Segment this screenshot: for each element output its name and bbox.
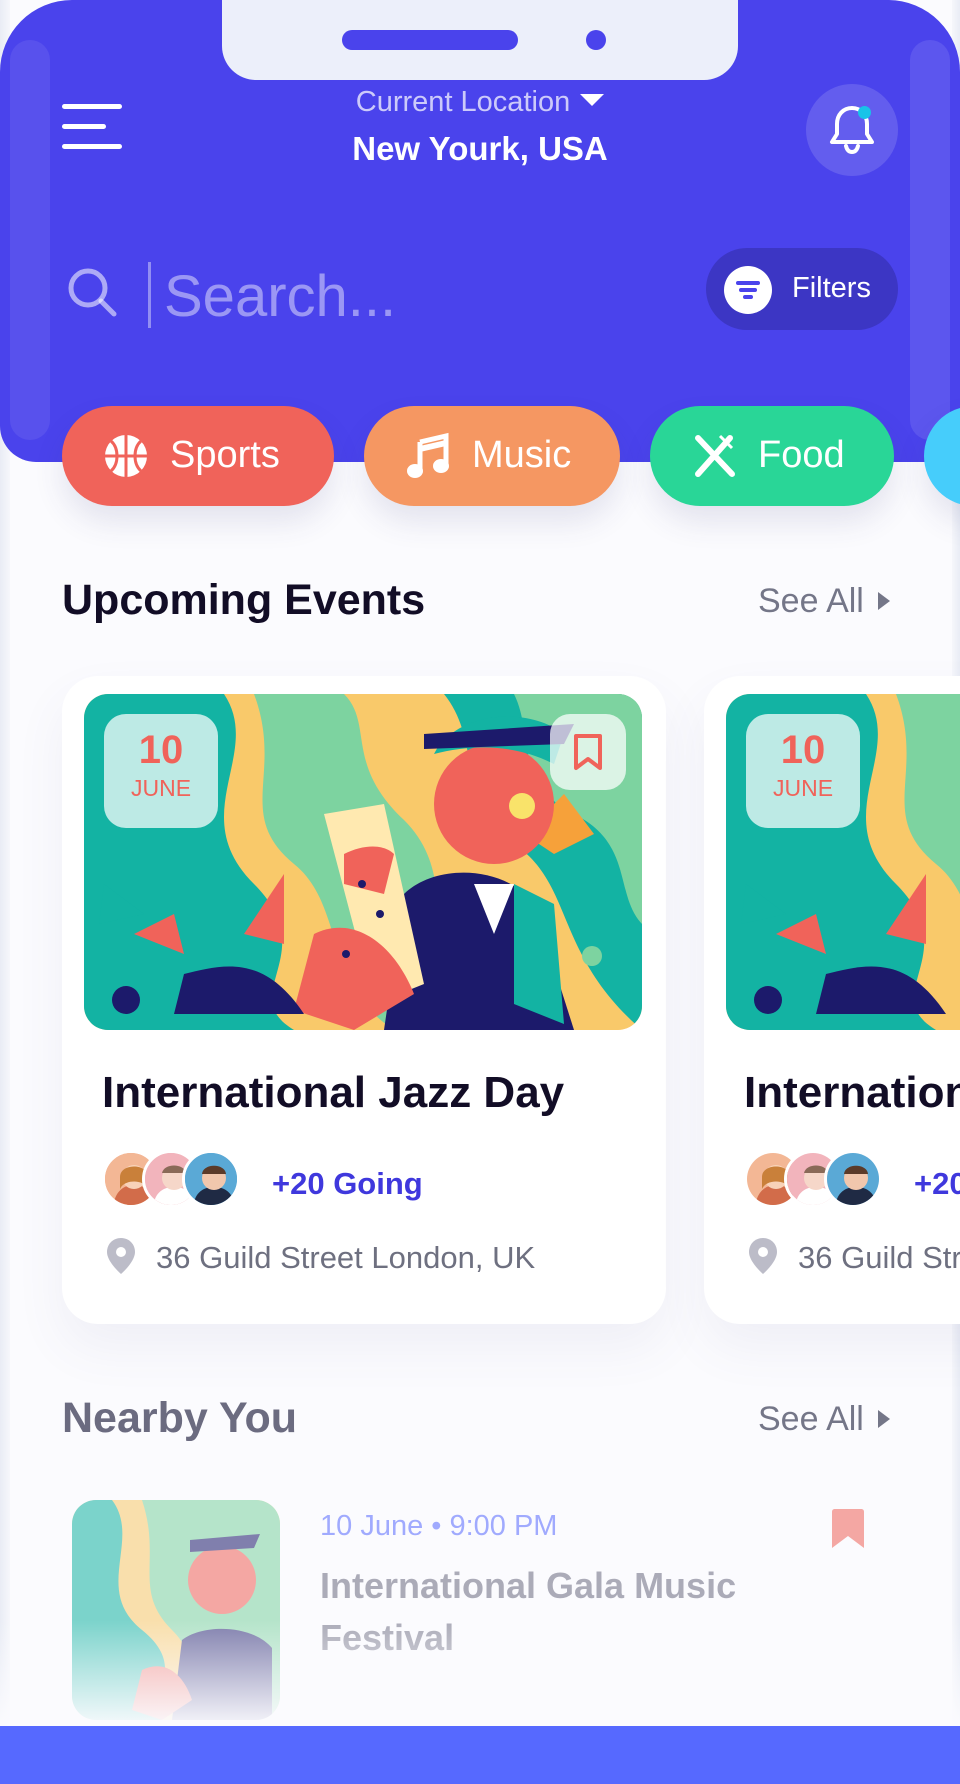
current-location-label: Current Location: [355, 86, 571, 118]
nearby-event-date: 10 June • 9:00 PM: [320, 1510, 558, 1542]
upcoming-events-title: Upcoming Events: [62, 576, 426, 624]
location-pin-icon: [107, 1238, 135, 1274]
going-count: +20 Going: [272, 1166, 423, 1201]
see-all-label: See All: [758, 1400, 864, 1438]
category-label: Sports: [170, 434, 280, 476]
phone-screen: Current Location New Yourk, USA Filters …: [0, 0, 960, 1784]
notch-speaker: [342, 30, 518, 50]
caret-down-icon: [580, 94, 605, 107]
category-chip-more[interactable]: [924, 406, 960, 506]
event-date-month: JUNE: [772, 775, 834, 801]
category-chips: Sports Music Food: [0, 406, 960, 514]
event-date-month: JUNE: [130, 775, 192, 801]
attendee-avatars: [102, 1150, 252, 1212]
arrow-right-icon: [877, 1410, 890, 1428]
fork-knife-icon: [695, 434, 735, 477]
event-date-badge: 10 JUNE: [104, 714, 218, 828]
notification-dot: [858, 106, 871, 119]
scroll-fade: [0, 1620, 960, 1730]
event-date-day: 10: [780, 728, 826, 772]
event-date-badge: 10 JUNE: [746, 714, 860, 828]
event-title: International Jazz Day: [102, 1068, 565, 1117]
event-title: International Jazz Day: [744, 1068, 960, 1117]
category-chip-sports[interactable]: Sports: [62, 406, 334, 506]
device-notch: [222, 0, 738, 80]
search-icon: [68, 268, 117, 317]
filters-label: Filters: [792, 272, 871, 304]
bookmark-icon[interactable]: [830, 1508, 866, 1550]
going-count: +20 Going: [914, 1166, 960, 1201]
search-divider: [148, 262, 151, 328]
notification-button[interactable]: [806, 84, 898, 176]
event-address: 36 Guild Street London, UK: [156, 1240, 536, 1275]
bookmark-icon: [574, 734, 602, 770]
nearby-see-all-link[interactable]: See All: [758, 1400, 890, 1439]
bottom-nav-bar: [0, 1726, 960, 1784]
location-pin-icon: [749, 1238, 777, 1274]
bookmark-button[interactable]: [550, 714, 626, 790]
avatar: [824, 1150, 882, 1208]
bell-icon: [830, 106, 874, 155]
arrow-right-icon: [877, 592, 890, 610]
filter-icon: [724, 266, 772, 314]
attendee-avatars: [744, 1150, 894, 1212]
event-card[interactable]: 10 JUNE International Jazz Day +20 Going…: [704, 676, 960, 1324]
event-card[interactable]: 10 JUNE International Jazz Day +20 Going: [62, 676, 666, 1324]
category-chip-food[interactable]: Food: [650, 406, 894, 506]
event-image: 10 JUNE: [84, 694, 642, 1030]
event-image: 10 JUNE: [726, 694, 960, 1030]
category-label: Food: [758, 434, 845, 476]
basketball-icon: [105, 435, 147, 477]
event-date-day: 10: [138, 728, 184, 772]
upcoming-see-all-link[interactable]: See All: [758, 582, 890, 621]
avatar: [182, 1150, 240, 1208]
category-chip-music[interactable]: Music: [364, 406, 620, 506]
event-address: 36 Guild Street London, UK: [798, 1240, 960, 1275]
category-label: Music: [472, 434, 572, 476]
search-input[interactable]: [164, 256, 684, 336]
see-all-label: See All: [758, 582, 864, 620]
filters-button[interactable]: Filters: [706, 248, 898, 330]
notch-camera: [586, 30, 606, 50]
music-note-icon: [407, 432, 449, 478]
nearby-title: Nearby You: [62, 1394, 297, 1442]
